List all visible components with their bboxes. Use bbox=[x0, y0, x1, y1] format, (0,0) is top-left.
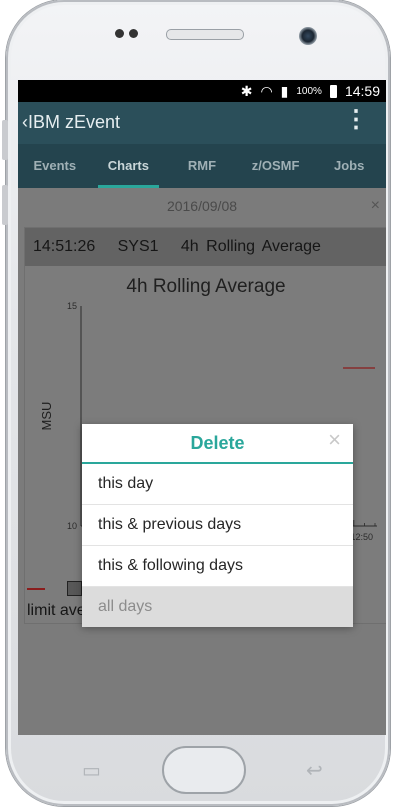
event-time: 14:51:26 bbox=[33, 238, 96, 255]
close-icon[interactable]: × bbox=[371, 188, 380, 224]
wifi-icon: ◠ bbox=[260, 82, 273, 99]
tab-jobs[interactable]: Jobs bbox=[312, 144, 386, 188]
app-title[interactable]: ‹IBM zEvent bbox=[22, 112, 120, 133]
signal-icon: ▮ bbox=[280, 82, 289, 99]
legend-average-swatch bbox=[67, 581, 82, 596]
date-header: 2016/09/08 × bbox=[18, 188, 386, 224]
tab-zosmf[interactable]: z/OSMF bbox=[239, 144, 313, 188]
screen: ✱ ◠ ▮ 100% 14:59 ‹IBM zEvent ⋮ Events Ch… bbox=[18, 80, 386, 735]
tab-events[interactable]: Events bbox=[18, 144, 92, 188]
recent-apps-icon[interactable]: ▭ bbox=[82, 758, 101, 783]
delete-dialog: Delete × this day this & previous days t… bbox=[82, 424, 353, 627]
y-axis-label: MSU bbox=[39, 402, 54, 431]
volume-button bbox=[2, 120, 8, 160]
event-header[interactable]: 14:51:26 SYS1 4h Rolling Average bbox=[25, 228, 386, 266]
volume-button bbox=[2, 185, 8, 225]
event-name: 4h Rolling Average bbox=[180, 238, 321, 255]
option-all-days[interactable]: all days bbox=[82, 587, 353, 627]
date-label: 2016/09/08 bbox=[166, 198, 238, 214]
event-system: SYS1 bbox=[117, 238, 159, 255]
tab-bar: Events Charts RMF z/OSMF Jobs bbox=[18, 144, 386, 188]
status-bar: ✱ ◠ ▮ 100% 14:59 bbox=[18, 80, 386, 102]
back-icon[interactable]: ↩ bbox=[306, 758, 323, 783]
y-tick-label: 15 bbox=[67, 301, 77, 311]
option-this-day[interactable]: this day bbox=[82, 464, 353, 505]
earpiece bbox=[166, 29, 244, 40]
sensor-dot bbox=[129, 29, 138, 38]
clock: 14:59 bbox=[344, 83, 380, 99]
bluetooth-icon: ✱ bbox=[240, 82, 253, 99]
x-tick-label: 12:50 bbox=[350, 532, 373, 542]
option-following-days[interactable]: this & following days bbox=[82, 546, 353, 587]
app-bar: ‹IBM zEvent ⋮ bbox=[18, 102, 386, 144]
close-icon[interactable]: × bbox=[328, 427, 341, 453]
more-vert-icon[interactable]: ⋮ bbox=[344, 108, 368, 132]
option-previous-days[interactable]: this & previous days bbox=[82, 505, 353, 546]
sensor-dot bbox=[115, 29, 124, 38]
tab-charts[interactable]: Charts bbox=[92, 144, 166, 188]
battery-icon bbox=[329, 84, 337, 98]
battery-level: 100% bbox=[296, 85, 322, 97]
home-button[interactable] bbox=[162, 746, 246, 794]
y-tick-label: 10 bbox=[67, 521, 77, 531]
tab-rmf[interactable]: RMF bbox=[165, 144, 239, 188]
dialog-title: Delete bbox=[190, 433, 245, 453]
front-camera bbox=[299, 27, 317, 45]
dialog-header: Delete × bbox=[82, 424, 353, 464]
chart-title: 4h Rolling Average bbox=[126, 276, 286, 297]
legend-limit-swatch bbox=[27, 588, 45, 590]
